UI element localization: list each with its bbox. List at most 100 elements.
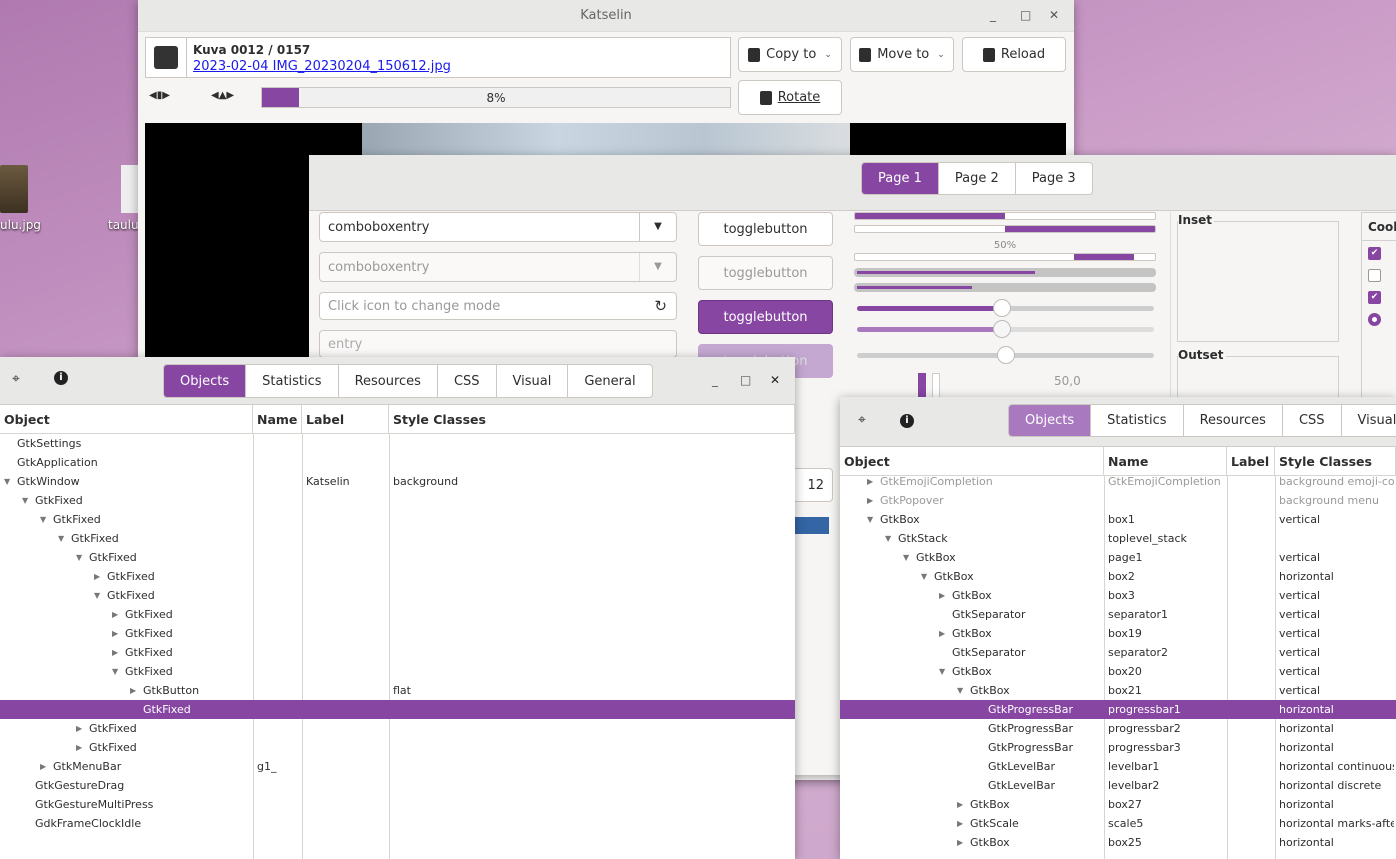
tree-row[interactable]: ▼ GtkFixed xyxy=(0,548,795,567)
tree-row[interactable]: ▼ GtkFixed xyxy=(0,662,795,681)
scale-knob[interactable] xyxy=(993,299,1011,317)
tab-resources[interactable]: Resources xyxy=(1184,405,1283,436)
tab-css[interactable]: CSS xyxy=(1283,405,1342,436)
tree-row[interactable]: GtkProgressBar progressbar2 horizontal xyxy=(840,719,1396,738)
checkbox-checked[interactable]: ✔ xyxy=(1368,291,1381,304)
column-header-object[interactable]: Object xyxy=(0,405,253,434)
tree-row[interactable]: GtkLevelBar levelbar2 horizontal discrete xyxy=(840,776,1396,795)
tree-row[interactable]: ▶ GtkPopover background menu xyxy=(840,491,1396,510)
expander-open-icon[interactable]: ▼ xyxy=(112,662,118,681)
tree-row[interactable]: ▶ GtkButton flat xyxy=(0,681,795,700)
tree-row[interactable]: GtkLevelBar levelbar1 horizontal continuou… xyxy=(840,757,1396,776)
close-icon[interactable]: ✕ xyxy=(1049,8,1059,22)
expander-closed-icon[interactable]: ▶ xyxy=(867,491,873,510)
tree-row[interactable]: ▶ GtkMenuBar g1_ xyxy=(0,757,795,776)
expander-open-icon[interactable]: ▼ xyxy=(921,567,927,586)
tab-objects[interactable]: Objects xyxy=(1009,405,1092,436)
copy-to-button[interactable]: Copy to ⌄ xyxy=(738,37,842,72)
tree-row[interactable]: ▶ GtkFixed xyxy=(0,624,795,643)
expander-closed-icon[interactable]: ▶ xyxy=(939,624,945,643)
info-icon[interactable]: i xyxy=(900,414,914,428)
tree-row[interactable]: GtkGestureDrag xyxy=(0,776,795,795)
tree-row[interactable]: ▶ GtkBox box3 vertical xyxy=(840,586,1396,605)
tree-row[interactable]: ▶ GtkBox box27 horizontal xyxy=(840,795,1396,814)
tree-row[interactable]: ▶ GtkBox box19 vertical xyxy=(840,624,1396,643)
tree-row[interactable]: GtkProgressBar progressbar3 horizontal xyxy=(840,738,1396,757)
tab-visual[interactable]: Visual xyxy=(497,365,569,397)
expander-closed-icon[interactable]: ▶ xyxy=(939,586,945,605)
minimize-icon[interactable]: _ xyxy=(712,373,718,387)
tree-row[interactable]: ▼ GtkStack toplevel_stack xyxy=(840,529,1396,548)
tab-general[interactable]: General xyxy=(568,365,651,397)
info-icon[interactable]: i xyxy=(54,371,68,385)
tree-row[interactable]: ▶ GtkEmojiCompletion GtkEmojiCompletion bac… xyxy=(840,472,1396,491)
expander-open-icon[interactable]: ▼ xyxy=(867,510,873,529)
expander-closed-icon[interactable]: ▶ xyxy=(112,605,118,624)
tree-row[interactable]: ▶ GtkFixed xyxy=(0,738,795,757)
checkbox-checked[interactable]: ✔ xyxy=(1368,247,1381,260)
tree-row[interactable]: GtkGestureMultiPress xyxy=(0,795,795,814)
refresh-icon[interactable]: ↻ xyxy=(654,297,667,315)
expander-open-icon[interactable]: ▼ xyxy=(40,510,46,529)
tab-page-1[interactable]: Page 1 xyxy=(862,163,939,194)
crosshair-icon[interactable]: ⌖ xyxy=(858,412,866,428)
combobox-entry[interactable]: comboboxentry ▼ xyxy=(319,212,677,242)
tab-resources[interactable]: Resources xyxy=(339,365,438,397)
tab-visual[interactable]: Visual xyxy=(1342,405,1396,436)
maximize-icon[interactable]: □ xyxy=(1020,8,1031,22)
column-header-style-classes[interactable]: Style Classes xyxy=(389,405,795,434)
column-header-name[interactable]: Name xyxy=(253,405,302,434)
tab-page-2[interactable]: Page 2 xyxy=(939,163,1016,194)
tab-objects[interactable]: Objects xyxy=(164,365,247,397)
expander-closed-icon[interactable]: ▶ xyxy=(76,738,82,757)
color-swatch[interactable] xyxy=(789,517,829,534)
mode-entry[interactable]: Click icon to change mode ↻ xyxy=(319,292,677,320)
radio-selected[interactable] xyxy=(1368,313,1381,326)
scale-knob[interactable] xyxy=(997,346,1015,364)
tree-row[interactable]: GtkFixed xyxy=(0,700,795,719)
expander-closed-icon[interactable]: ▶ xyxy=(40,757,46,776)
tree-row[interactable]: ▶ GtkBox box25 horizontal xyxy=(840,833,1396,852)
column-header-label[interactable]: Label xyxy=(302,405,389,434)
expander-open-icon[interactable]: ▼ xyxy=(939,662,945,681)
maximize-icon[interactable]: □ xyxy=(740,373,751,387)
tab-page-3[interactable]: Page 3 xyxy=(1016,163,1092,194)
close-icon[interactable]: ✕ xyxy=(770,373,780,387)
tree-row[interactable]: ▶ GtkFixed xyxy=(0,567,795,586)
expander-closed-icon[interactable]: ▶ xyxy=(957,795,963,814)
move-to-button[interactable]: Move to ⌄ xyxy=(850,37,954,72)
tree-row[interactable]: GdkFrameClockIdle xyxy=(0,814,795,833)
tree-row[interactable]: ▼ GtkBox box20 vertical xyxy=(840,662,1396,681)
checkbox-unchecked[interactable] xyxy=(1368,269,1381,282)
tree-row[interactable]: GtkApplication xyxy=(0,453,795,472)
tree-row[interactable]: GtkSettings xyxy=(0,434,795,453)
tab-css[interactable]: CSS xyxy=(438,365,497,397)
expander-closed-icon[interactable]: ▶ xyxy=(957,814,963,833)
entry[interactable]: entry xyxy=(319,330,677,358)
tree-row[interactable]: ▼ GtkBox box21 vertical xyxy=(840,681,1396,700)
expander-open-icon[interactable]: ▼ xyxy=(957,681,963,700)
expander-open-icon[interactable]: ▼ xyxy=(22,491,28,510)
tree-row[interactable]: ▼ GtkBox box1 vertical xyxy=(840,510,1396,529)
tree-row[interactable]: ▼ GtkFixed xyxy=(0,510,795,529)
expander-open-icon[interactable]: ▼ xyxy=(94,586,100,605)
expander-open-icon[interactable]: ▼ xyxy=(903,548,909,567)
minimize-icon[interactable]: _ xyxy=(990,8,996,22)
rotate-button[interactable]: Rotate xyxy=(738,80,842,115)
tree-row[interactable]: ▶ GtkFixed xyxy=(0,719,795,738)
expander-closed-icon[interactable]: ▶ xyxy=(112,643,118,662)
toggle-button-active[interactable]: togglebutton xyxy=(698,300,833,334)
tree-row[interactable]: GtkSeparator separator1 vertical xyxy=(840,605,1396,624)
tree-row[interactable]: ▶ GtkScale scale5 horizontal marks-after xyxy=(840,814,1396,833)
tree-row[interactable]: ▼ GtkBox page1 vertical xyxy=(840,548,1396,567)
filename-link[interactable]: 2023-02-04 IMG_20230204_150612.jpg xyxy=(193,59,451,74)
expander-closed-icon[interactable]: ▶ xyxy=(76,719,82,738)
chevron-down-icon[interactable]: ▼ xyxy=(639,213,676,241)
tree-row[interactable]: ▼ GtkFixed xyxy=(0,586,795,605)
reload-button[interactable]: Reload xyxy=(962,37,1066,72)
expander-closed-icon[interactable]: ▶ xyxy=(957,833,963,852)
tree-row[interactable]: GtkProgressBar progressbar1 horizontal xyxy=(840,700,1396,719)
tree-row[interactable]: ▶ GtkFixed xyxy=(0,643,795,662)
expander-closed-icon[interactable]: ▶ xyxy=(130,681,136,700)
tree-row[interactable]: ▶ GtkFixed xyxy=(0,605,795,624)
